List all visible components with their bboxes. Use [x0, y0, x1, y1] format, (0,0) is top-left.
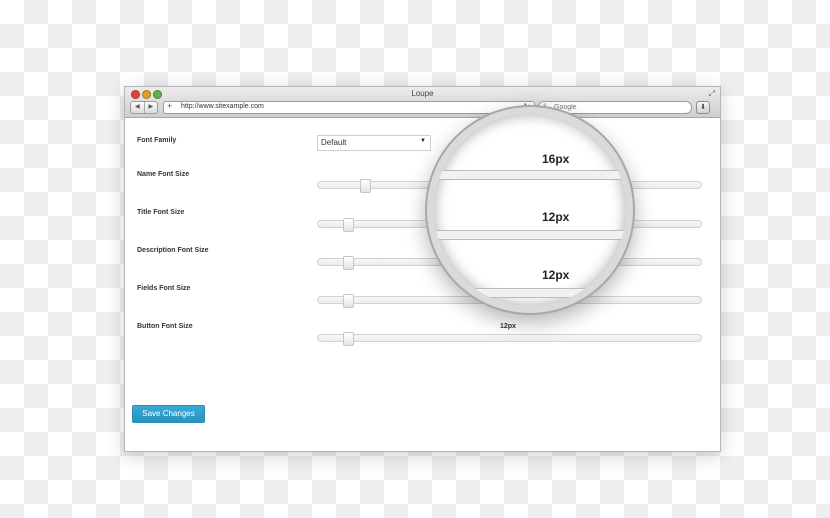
- address-bar[interactable]: + http://www.sitexample.com ↻: [163, 101, 535, 114]
- button-font-size-slider[interactable]: [317, 332, 702, 346]
- fullscreen-icon[interactable]: ⤢: [709, 89, 715, 99]
- address-text[interactable]: http://www.sitexample.com: [181, 103, 264, 110]
- fields-font-size-handle[interactable]: [343, 294, 354, 308]
- button-font-size-label: Button Font Size: [137, 323, 193, 330]
- name-font-size-handle[interactable]: [360, 179, 371, 193]
- download-icon[interactable]: ⬇: [696, 101, 710, 114]
- search-icon: ⌕: [543, 102, 547, 109]
- button-font-size-handle[interactable]: [343, 332, 354, 346]
- title-font-size-handle[interactable]: [343, 218, 354, 232]
- description-font-size-label: Description Font Size: [137, 247, 209, 254]
- loupe-description-track: [434, 288, 626, 298]
- loupe-description-size-value: 12px: [542, 268, 570, 282]
- title-font-size-label: Title Font Size: [137, 209, 185, 216]
- reload-icon[interactable]: ↻: [523, 102, 530, 111]
- magnifier-loupe: 16px 12px 12px: [434, 114, 626, 306]
- name-font-size-label: Name Font Size: [137, 171, 190, 178]
- description-font-size-handle[interactable]: [343, 256, 354, 270]
- loupe-name-size-value: 16px: [542, 152, 570, 166]
- browser-window: Loupe ⤢ ◀ ▶ + http://www.sitexample.com …: [124, 86, 721, 452]
- fields-font-size-label: Fields Font Size: [137, 285, 191, 292]
- font-family-selected-value: Default: [321, 138, 347, 147]
- title-bar: Loupe ⤢ ◀ ▶ + http://www.sitexample.com …: [125, 87, 720, 118]
- chevron-down-icon: ▼: [420, 138, 426, 144]
- window-title: Loupe: [411, 89, 434, 98]
- search-input[interactable]: [554, 102, 684, 113]
- font-family-select[interactable]: Default ▼: [317, 135, 431, 151]
- search-bar[interactable]: ⌕: [538, 101, 692, 114]
- forward-button[interactable]: ▶: [145, 102, 158, 113]
- loupe-title-track: [434, 230, 626, 240]
- settings-form: Font Family Default ▼ Name Font Size Tit…: [125, 118, 720, 451]
- button-font-size-value: 12px: [500, 323, 516, 330]
- font-family-label: Font Family: [137, 137, 177, 144]
- add-bookmark-icon[interactable]: +: [167, 101, 172, 111]
- save-changes-button[interactable]: Save Changes: [132, 405, 205, 423]
- back-button[interactable]: ◀: [131, 102, 145, 113]
- nav-buttons: ◀ ▶: [130, 101, 158, 114]
- loupe-name-track: [434, 170, 626, 180]
- loupe-title-size-value: 12px: [542, 210, 570, 224]
